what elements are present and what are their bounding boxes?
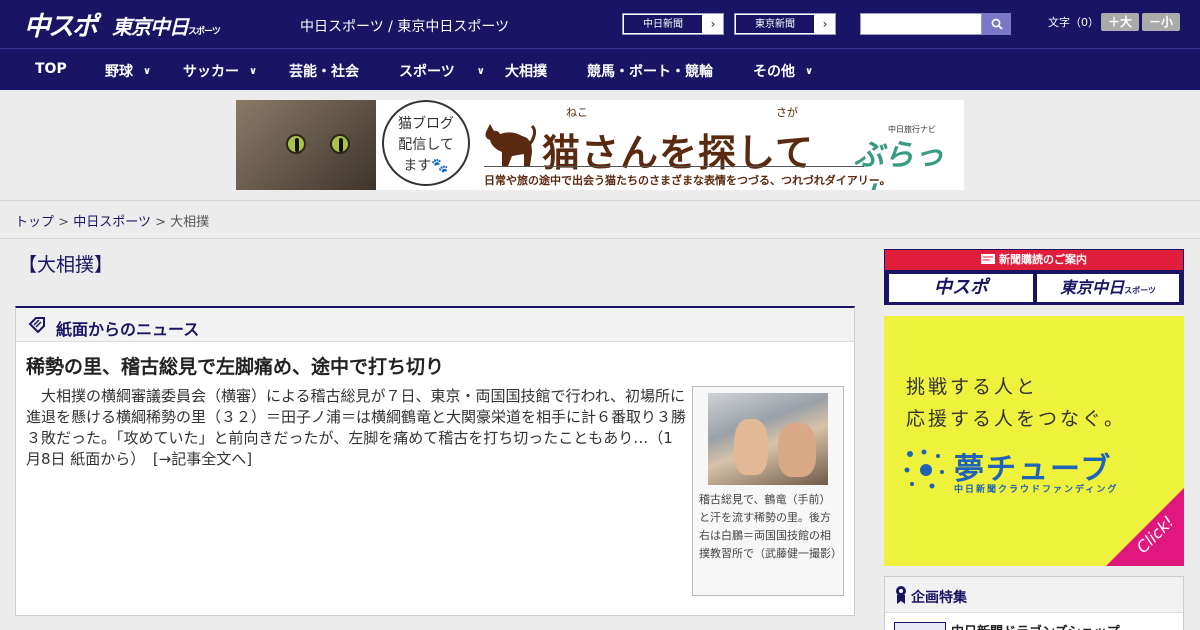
chevron-down-icon: ∨ [249, 66, 258, 77]
banner-divider [484, 166, 864, 167]
font-size-label: 文字（0） [1048, 16, 1099, 29]
tokyo-logo-text: 東京中日 [112, 15, 189, 39]
nav-entertainment[interactable]: 芸能・社会 [289, 61, 359, 81]
nav-label: サッカー [183, 64, 239, 80]
news-panel: 紙面からのニュース 稀勢の里、稽古総見で左脚痛め、途中で打ち切り 大相撲の横綱審… [15, 306, 855, 616]
chevron-right-icon: › [703, 14, 723, 34]
breadcrumb-bar: トップ > 中日スポーツ > 大相撲 [0, 200, 1200, 239]
nav-label: スポーツ [399, 64, 455, 80]
ext-link-label: 中日新聞 [623, 14, 703, 34]
tokyo-logo-small: スポーツ [188, 27, 221, 37]
feature-title: 企画特集 [911, 590, 967, 606]
panel-title: 紙面からのニュース [56, 320, 200, 339]
subscription-title: 新聞購読のご案内 [885, 250, 1183, 270]
site-header: 中スポ 東京中日スポーツ 中日スポーツ / 東京中日スポーツ 中日新聞 › 東京… [0, 0, 1200, 48]
cat-blog-banner[interactable]: 猫ブログ 配信して ます🐾 ねこ さが 猫さんを探して 中日旅行ナビ ぶらっ人 … [236, 100, 964, 190]
subscription-title-text: 新聞購読のご案内 [999, 253, 1087, 266]
article-lede: 大相撲の横綱審議委員会（横審）による稽古総見が７日、東京・両国国技館で行われ、初… [26, 386, 686, 470]
ad-line: 応援する人をつなぐ。 [906, 408, 1127, 430]
breadcrumb-current: 大相撲 [170, 215, 210, 230]
banner-title: 猫さんを探して [542, 131, 814, 175]
main-nav: TOP 野球 ∨ サッカー ∨ 芸能・社会 スポーツ ∨ 大相撲 競馬・ボート・競輪 … [0, 48, 1200, 90]
chuspo-logo[interactable]: 中スポ [24, 6, 98, 43]
chevron-down-icon: ∨ [805, 66, 814, 77]
subscribe-tokyo-button[interactable]: 東京中日スポーツ [1036, 273, 1180, 303]
nav-label: 競馬・ボート・競輪 [587, 64, 713, 80]
chevron-down-icon: ∨ [143, 66, 152, 77]
nav-label: TOP [35, 61, 67, 77]
ruby-saga: さが [776, 106, 798, 119]
bubble-line: ます🐾 [403, 158, 449, 174]
feature-item[interactable]: 中日新聞ドラゴンズショップ [951, 621, 1120, 630]
ad-line: 挑戦する人と [906, 376, 1039, 398]
breadcrumb-parent[interactable]: 中日スポーツ [73, 215, 151, 230]
article-lede-text: 大相撲の横綱審議委員会（横審）による稽古総見が７日、東京・両国国技館で行われ、初… [26, 387, 687, 468]
breadcrumb-sep: > [58, 215, 70, 230]
breadcrumb-top[interactable]: トップ [15, 215, 54, 230]
speech-bubble: 猫ブログ 配信して ます🐾 [382, 100, 470, 186]
nav-sports[interactable]: スポーツ ∨ [399, 61, 485, 81]
cat-photo [236, 100, 376, 190]
bubble-line: 猫ブログ [398, 116, 454, 132]
subscription-box: 新聞購読のご案内 中スポ 東京中日スポーツ [884, 249, 1184, 305]
nav-top[interactable]: TOP [35, 61, 67, 77]
search-input[interactable] [860, 13, 982, 35]
bubble-line: 配信して [398, 137, 454, 153]
cat-silhouette-icon [485, 124, 536, 166]
font-larger-button[interactable]: ＋大 [1101, 13, 1139, 31]
banner-subtitle: 日常や旅の途中で出会う猫たちのさまざまな表情をつづる、つれづれダイアリー。 [484, 174, 891, 187]
yume-tube-ad[interactable]: 挑戦する人と 応援する人をつなぐ。 夢チューブ 中日新聞クラウドファンディング … [884, 316, 1184, 566]
ruby-neko: ねこ [566, 106, 588, 119]
article-photo-box: 稽古総見で、鶴竜（手前）と汗を流す稀勢の里。後方右は白鵬＝両国国技館の相撲教習所… [692, 386, 844, 596]
article-photo[interactable] [708, 393, 828, 485]
feature-header: 企画特集 [885, 577, 1183, 613]
panel-header: 紙面からのニュース [16, 308, 854, 342]
subscribe-chuspo-button[interactable]: 中スポ [888, 273, 1034, 303]
cat-eye-right [330, 134, 350, 154]
ext-link-label: 東京新聞 [735, 14, 815, 34]
nav-label: 野球 [105, 64, 133, 80]
chunichi-shimbun-link[interactable]: 中日新聞 › [622, 13, 724, 35]
nav-label: その他 [753, 64, 795, 80]
cat-eye-left [286, 134, 306, 154]
chevron-right-icon: › [815, 14, 835, 34]
site-links[interactable]: 中日スポーツ / 東京中日スポーツ [300, 16, 509, 36]
tokyo-shimbun-link[interactable]: 東京新聞 › [734, 13, 836, 35]
read-more-link[interactable]: [→記事全文へ] [153, 450, 252, 468]
article-headline[interactable]: 稀勢の里、稽古総見で左脚痛め、途中で打ち切り [26, 352, 444, 379]
font-smaller-button[interactable]: －小 [1142, 13, 1180, 31]
feature-box: 企画特集 中日新聞ドラゴンズショップ [884, 576, 1184, 630]
nav-baseball[interactable]: 野球 ∨ [105, 61, 151, 81]
ribbon-icon [896, 586, 906, 604]
search-icon [991, 18, 1003, 30]
photo-wrestler [734, 419, 768, 475]
subscribe-tokyo-small: スポーツ [1124, 286, 1156, 295]
nav-label: 大相撲 [505, 64, 547, 80]
tokyo-chunichi-logo[interactable]: 東京中日スポーツ [112, 11, 221, 40]
search-button[interactable] [982, 13, 1011, 35]
feature-thumbnail[interactable] [894, 622, 946, 630]
photo-wrestler [778, 423, 816, 477]
page-title: 【大相撲】 [18, 254, 114, 276]
nav-label: 芸能・社会 [289, 64, 359, 80]
photo-caption: 稽古総見で、鶴竜（手前）と汗を流す稀勢の里。後方右は白鵬＝両国国技館の相撲教習所… [699, 493, 842, 560]
ad-subtitle: 中日新聞クラウドファンディング [954, 485, 1119, 495]
nav-sumo[interactable]: 大相撲 [505, 61, 547, 81]
dots-logo-icon [904, 449, 944, 489]
subscribe-tokyo-label: 東京中日 [1060, 278, 1125, 297]
newspaper-icon [981, 254, 995, 264]
nav-racing[interactable]: 競馬・ボート・競輪 [587, 61, 713, 81]
breadcrumb: トップ > 中日スポーツ > 大相撲 [15, 211, 209, 230]
breadcrumb-sep: > [155, 215, 166, 230]
nav-soccer[interactable]: サッカー ∨ [183, 61, 257, 81]
chevron-down-icon: ∨ [476, 66, 485, 77]
news-tag-icon [28, 317, 45, 334]
nav-other[interactable]: その他 ∨ [753, 61, 813, 81]
